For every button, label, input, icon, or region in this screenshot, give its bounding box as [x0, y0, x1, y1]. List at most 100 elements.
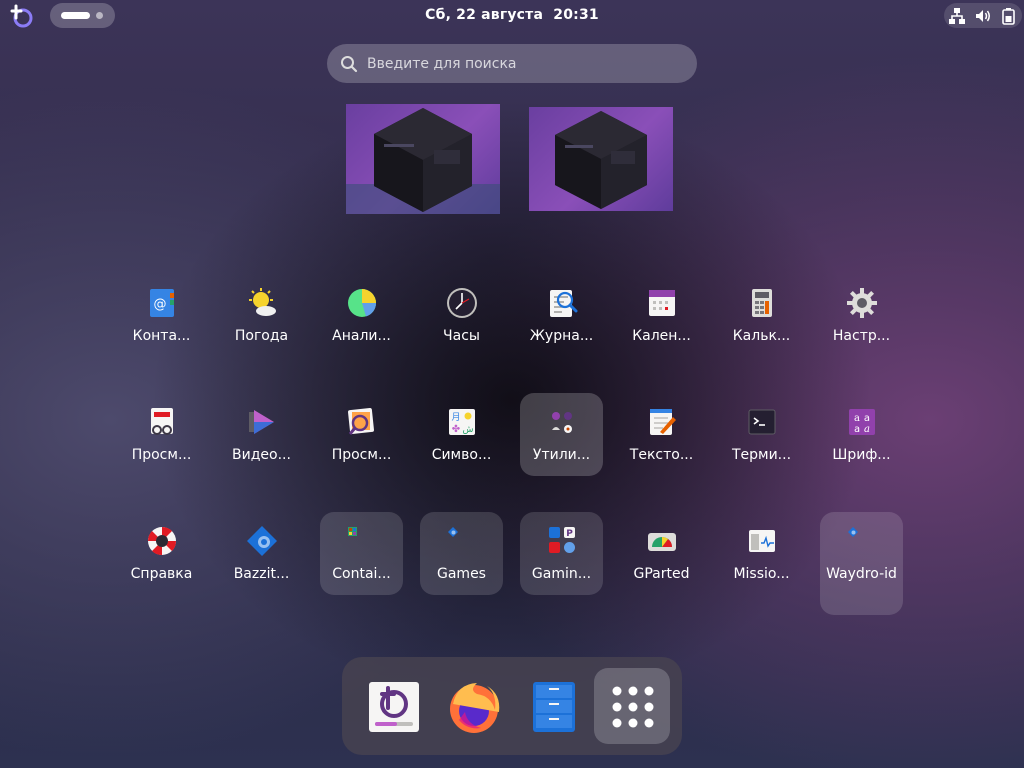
gaming-folder-icon: P — [549, 527, 575, 553]
app-label: Справка — [130, 566, 193, 582]
disk-usage-icon — [348, 289, 376, 317]
app-text-editor[interactable]: Тексто... — [620, 393, 703, 476]
system-tray[interactable] — [944, 3, 1022, 28]
app-grid-icon — [612, 686, 654, 728]
app-label: Симво... — [431, 447, 492, 463]
room-wallpaper-image — [555, 111, 647, 209]
firefox-icon — [450, 683, 500, 733]
date-time-clock[interactable]: Сб, 22 августа 20:31 — [0, 7, 1024, 23]
search-icon — [341, 56, 358, 73]
app-label: Часы — [443, 328, 480, 344]
app-label: Шриф... — [832, 447, 891, 463]
app-terminal[interactable]: Терми... — [720, 393, 803, 476]
svg-text:P: P — [566, 529, 573, 539]
app-characters[interactable]: 月 ✤ ش Симво... — [420, 393, 503, 476]
app-video-player[interactable]: Видео... — [220, 393, 303, 476]
folder-waydroid[interactable]: Waydro-id — [820, 512, 903, 615]
app-label: Журна... — [529, 328, 594, 344]
terminal-icon — [748, 409, 776, 435]
bazzite-portal-icon — [247, 526, 277, 556]
svg-text:月: 月 — [451, 412, 460, 423]
containers-folder-icon — [348, 527, 357, 536]
app-image-viewer[interactable]: Просм... — [320, 393, 403, 476]
app-calendar[interactable]: Кален... — [620, 274, 703, 357]
folder-label: Gamin... — [531, 566, 592, 582]
folder-label: Утили... — [532, 447, 591, 463]
app-label: Тексто... — [629, 447, 694, 463]
weather-icon — [249, 288, 276, 316]
volume-icon — [976, 10, 990, 22]
folder-label: Games — [437, 566, 486, 582]
workspace-thumbnail-2[interactable] — [529, 107, 673, 211]
app-disk-usage[interactable]: Анали... — [320, 274, 403, 357]
clock-time: 20:31 — [553, 7, 599, 23]
svg-text:ش: ش — [463, 425, 474, 435]
video-player-icon — [249, 410, 274, 434]
folder-utilities[interactable]: Утили... — [520, 393, 603, 476]
waydroid-folder-icon — [848, 527, 858, 537]
app-mission-center[interactable]: Missio... — [720, 512, 803, 595]
folder-label: Contai... — [332, 566, 391, 582]
app-logs[interactable]: Журна... — [520, 274, 603, 357]
folder-containers[interactable]: Contai... — [320, 512, 403, 595]
svg-text:✤: ✤ — [452, 424, 460, 435]
app-fonts[interactable]: a a a a Шриф... — [820, 393, 903, 476]
network-icon — [949, 8, 965, 24]
battery-icon — [1002, 8, 1015, 25]
clock-icon — [447, 288, 477, 318]
app-label: Погода — [234, 328, 289, 344]
fonts-icon: a a a a — [849, 409, 875, 435]
app-label: Кален... — [632, 328, 691, 344]
app-settings[interactable]: Настр... — [820, 274, 903, 357]
app-label: Настр... — [832, 328, 891, 344]
app-document-viewer[interactable]: Просм... — [120, 393, 203, 476]
settings-gear-icon — [847, 288, 877, 318]
svg-text:a: a — [864, 424, 870, 435]
image-viewer-icon — [348, 408, 374, 435]
app-bazzite-portal[interactable]: Bazzit... — [220, 512, 303, 595]
gparted-icon — [648, 533, 676, 551]
app-label: Конта... — [132, 328, 191, 344]
app-label: Bazzit... — [233, 566, 290, 582]
document-viewer-icon — [151, 408, 173, 435]
workspace-thumbnail-1[interactable] — [346, 104, 500, 214]
search-box[interactable] — [327, 44, 697, 83]
folder-label: Waydro-id — [826, 566, 897, 582]
app-calculator[interactable]: Кальк... — [720, 274, 803, 357]
svg-text:a: a — [854, 424, 860, 435]
app-label: Missio... — [733, 566, 790, 582]
app-weather[interactable]: Погода — [220, 274, 303, 357]
contacts-icon: @ — [150, 289, 174, 317]
app-help[interactable]: Справка — [120, 512, 203, 595]
dock-item-bazzite-portal[interactable] — [355, 668, 431, 744]
calendar-icon — [649, 290, 675, 316]
top-bar: Сб, 22 августа 20:31 — [0, 0, 1024, 32]
folder-games[interactable]: Games — [420, 512, 503, 595]
app-contacts[interactable]: @ Конта... — [120, 274, 203, 357]
folder-gaming[interactable]: P Gamin... — [520, 512, 603, 595]
text-editor-icon — [650, 409, 676, 435]
app-label: Кальк... — [732, 328, 791, 344]
app-clocks[interactable]: Часы — [420, 274, 503, 357]
files-cabinet-icon — [533, 682, 575, 732]
svg-text:@: @ — [154, 297, 167, 312]
help-lifebuoy-icon — [147, 526, 177, 556]
utilities-folder-icon — [552, 412, 572, 433]
dock-show-apps-button[interactable] — [594, 668, 670, 744]
characters-icon: 月 ✤ ش — [449, 409, 475, 435]
logs-icon — [550, 290, 578, 317]
svg-text:a: a — [864, 413, 870, 424]
app-gparted[interactable]: GParted — [620, 512, 703, 595]
app-label: Просм... — [331, 447, 392, 463]
app-label: GParted — [633, 566, 690, 582]
room-wallpaper-image — [346, 108, 500, 214]
dock-item-files[interactable] — [515, 668, 591, 744]
dock-item-firefox[interactable] — [435, 668, 511, 744]
search-input[interactable] — [367, 44, 687, 83]
app-label: Терми... — [731, 447, 792, 463]
dock — [342, 657, 682, 755]
app-label: Видео... — [232, 447, 291, 463]
bazzite-portal-icon — [369, 682, 419, 732]
app-label: Анали... — [332, 328, 391, 344]
mission-center-icon — [749, 530, 775, 552]
